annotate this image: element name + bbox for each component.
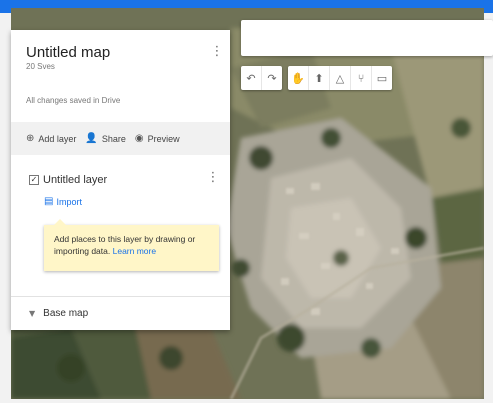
layer-row: ✓ Untitled layer bbox=[29, 174, 107, 186]
add-layer-icon: ⊕ bbox=[26, 133, 35, 144]
eye-icon: ◉ bbox=[134, 133, 144, 144]
base-map-label: Base map bbox=[43, 308, 89, 319]
share-button[interactable]: 👤 Share bbox=[85, 133, 125, 144]
base-map-row[interactable]: ▼ Base map bbox=[29, 308, 88, 319]
layer-name[interactable]: Untitled layer bbox=[43, 174, 107, 186]
history-tool-group: ↶ ↷ bbox=[241, 66, 282, 90]
map-legend-panel: Untitled map 20 Sves All changes saved i… bbox=[11, 30, 230, 330]
import-link[interactable]: ▤ Import bbox=[44, 196, 82, 207]
drawing-tool-group: ✋ ⬆ △ ⑂ ▭ bbox=[288, 66, 392, 90]
search-input[interactable] bbox=[241, 20, 493, 56]
learn-more-link[interactable]: Learn more bbox=[113, 246, 156, 256]
more-vert-icon[interactable]: ⋮ bbox=[211, 44, 224, 60]
panel-divider bbox=[11, 296, 230, 297]
share-label: Share bbox=[101, 133, 126, 144]
preview-button[interactable]: ◉ Preview bbox=[135, 133, 180, 144]
import-label: Import bbox=[56, 196, 82, 207]
marker-icon[interactable]: ⬆ bbox=[308, 66, 329, 90]
undo-icon[interactable]: ↶ bbox=[241, 66, 261, 90]
panel-action-bar: ⊕ Add layer 👤 Share ◉ Preview bbox=[11, 122, 230, 155]
layer-visibility-checkbox[interactable]: ✓ bbox=[29, 175, 39, 185]
add-layer-label: Add layer bbox=[38, 133, 77, 144]
add-places-tooltip: Add places to this layer by drawing or i… bbox=[44, 219, 219, 271]
save-status: All changes saved in Drive bbox=[26, 96, 121, 105]
share-person-icon: 👤 bbox=[85, 133, 98, 144]
ruler-icon[interactable]: ▭ bbox=[371, 66, 392, 90]
map-description[interactable]: 20 Sves bbox=[26, 62, 55, 71]
add-layer-button[interactable]: ⊕ Add layer bbox=[26, 133, 76, 144]
map-title[interactable]: Untitled map bbox=[26, 44, 110, 61]
redo-icon[interactable]: ↷ bbox=[261, 66, 282, 90]
draw-line-icon[interactable]: △ bbox=[329, 66, 350, 90]
directions-icon[interactable]: ⑂ bbox=[350, 66, 371, 90]
chevron-down-icon: ▼ bbox=[29, 309, 36, 318]
layer-more-vert-icon[interactable]: ⋮ bbox=[207, 170, 220, 186]
map-toolbar: ↶ ↷ ✋ ⬆ △ ⑂ ▭ bbox=[241, 66, 392, 90]
file-icon: ▤ bbox=[44, 196, 54, 207]
screenshot-frame: ↶ ↷ ✋ ⬆ △ ⑂ ▭ Untitled map 20 Sves All c… bbox=[0, 0, 493, 403]
preview-label: Preview bbox=[147, 133, 180, 144]
hand-icon[interactable]: ✋ bbox=[288, 66, 308, 90]
